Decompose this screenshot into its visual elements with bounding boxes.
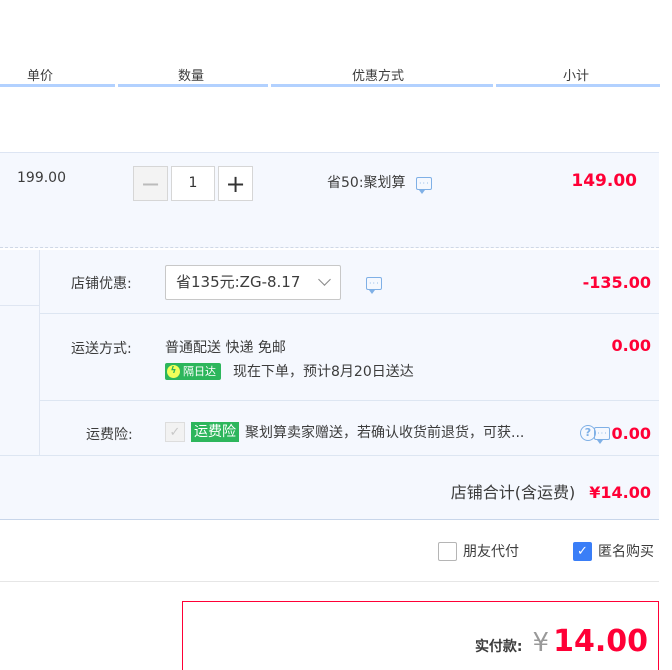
divider [40, 400, 659, 401]
store-total-amount: ¥14.00 [589, 483, 651, 502]
chevron-down-icon [318, 273, 331, 286]
delivery-estimate: 现在下单，预计8月20日送达 [233, 364, 414, 380]
divider [39, 250, 40, 455]
delivery-info: ϟ 隔日达 现在下单，预计8月20日送达 [165, 361, 414, 381]
store-coupon-value: 省135元:ZG-8.17 [176, 273, 301, 291]
store-section: 店铺优惠: 省135元:ZG-8.17 ··· -135.00 运送方式: 普通… [0, 250, 659, 520]
header-subtotal: 小计 [563, 69, 590, 84]
payment-total: 实付款: ¥ 14.00 [475, 624, 648, 659]
header-underline [271, 84, 493, 87]
chat-icon[interactable]: ··· [415, 176, 432, 194]
insurance-label: 运费险: [86, 427, 133, 443]
store-coupon-amount: -135.00 [582, 273, 651, 292]
friend-pay-option[interactable]: 朋友代付 [438, 541, 519, 561]
discount-text: 省50:聚划算 [327, 175, 406, 191]
payment-amount: 14.00 [553, 624, 648, 659]
store-coupon-select[interactable]: 省135元:ZG-8.17 [165, 265, 341, 300]
increase-button[interactable]: + [218, 166, 253, 201]
divider [0, 305, 39, 306]
anonymous-checkbox[interactable]: ✓ [573, 541, 592, 561]
chat-icon[interactable]: ··· [366, 277, 382, 294]
header-discount: 优惠方式 [352, 69, 405, 84]
friend-pay-label: 朋友代付 [463, 544, 519, 560]
header-underline [118, 84, 268, 87]
store-coupon-label: 店铺优惠: [71, 276, 132, 292]
currency-symbol: ¥ [532, 628, 550, 658]
anonymous-label: 匿名购买 [598, 544, 654, 560]
table-header: 单价 数量 优惠方式 小计 [0, 0, 660, 88]
item-unit-price: 199.00 [17, 170, 66, 186]
item-row: 199.00 − 1 + 省50:聚划算 ··· 149.00 [0, 152, 659, 248]
header-underline [496, 84, 660, 87]
divider [40, 313, 659, 314]
store-total: 店铺合计(含运费) ¥14.00 [451, 479, 651, 503]
quantity-input[interactable]: 1 [171, 166, 215, 201]
anonymous-option[interactable]: ✓ 匿名购买 [573, 541, 654, 561]
insurance-badge: 运费险 [191, 422, 239, 442]
insurance-checkbox[interactable]: ✓ [165, 422, 185, 442]
divider [0, 581, 659, 582]
friend-pay-checkbox[interactable] [438, 541, 457, 561]
help-icon[interactable]: ? [580, 425, 596, 441]
item-subtotal: 149.00 [571, 171, 637, 191]
quantity-stepper: − 1 + [133, 166, 253, 201]
store-total-label: 店铺合计(含运费) [450, 483, 576, 502]
decrease-button[interactable]: − [133, 166, 168, 201]
next-day-badge: ϟ 隔日达 [165, 362, 221, 380]
header-quantity: 数量 [178, 69, 205, 84]
shipping-amount: 0.00 [611, 336, 651, 355]
insurance-info: ✓ 运费险 聚划算卖家赠送，若确认收货前退货，可获... [165, 422, 524, 442]
payment-label: 实付款: [474, 639, 523, 655]
payment-summary: 实付款: ¥ 14.00 [182, 601, 659, 670]
chat-icon[interactable]: ··· [594, 427, 611, 444]
insurance-amount: 0.00 [611, 424, 651, 443]
lightning-icon: ϟ [167, 364, 180, 378]
insurance-description: 聚划算卖家赠送，若确认收货前退货，可获... [245, 425, 525, 441]
header-underline [0, 84, 115, 87]
divider [0, 455, 659, 456]
item-discount: 省50:聚划算 ··· [327, 172, 432, 194]
shipping-method: 普通配送 快递 免邮 [165, 340, 286, 356]
shipping-label: 运送方式: [71, 341, 132, 357]
header-unit-price: 单价 [27, 69, 54, 84]
